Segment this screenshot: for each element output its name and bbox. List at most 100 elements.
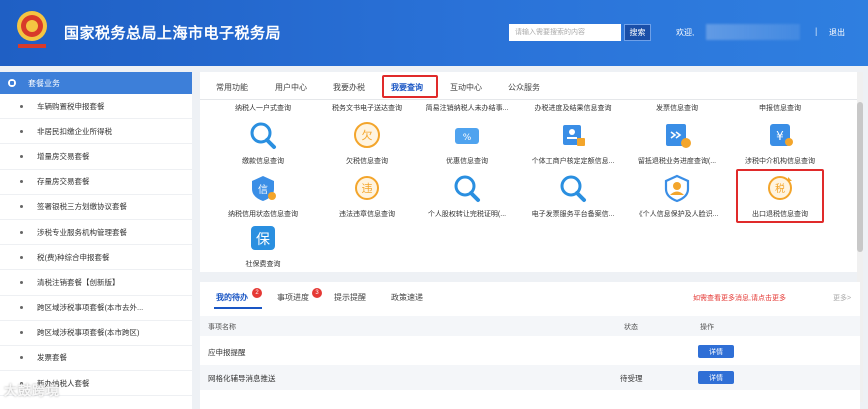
query-item-label[interactable]: 申报信息查询: [759, 103, 801, 113]
query-item-label[interactable]: 违法违章信息查询: [339, 209, 395, 219]
todo-panel: 我的待办 2 事项进度 3 提示提醒 政策速递 如需查看更多消息,请点击更多 更…: [200, 282, 860, 409]
sidebar-item[interactable]: 增量房交易套餐: [0, 144, 192, 170]
tab-public-service[interactable]: 公众服务: [508, 82, 540, 93]
sidebar-item-label: 税(费)种综合申报套餐: [37, 252, 110, 262]
logout-link[interactable]: 退出: [829, 27, 845, 38]
bullet-icon: [20, 280, 23, 284]
tab-highlight-box: [382, 75, 438, 98]
scroll-thumb[interactable]: [857, 102, 863, 252]
violation-icon[interactable]: 违: [351, 173, 383, 203]
sidebar-item-label: 涉税专业服务机构管理套餐: [37, 227, 127, 237]
sidebar-item[interactable]: 跨区域涉税事项套餐(本市跨区): [0, 321, 192, 346]
sidebar-header-label: 套餐业务: [28, 78, 60, 88]
row-name: 网格化辅导消息推送: [208, 374, 276, 383]
tax-refund-progress-icon[interactable]: [661, 120, 693, 150]
tab-my-todo[interactable]: 我的待办: [216, 292, 248, 303]
export-refund-highlight-box: [736, 169, 824, 223]
column-header-action: 操作: [700, 324, 714, 331]
bullet-icon: [20, 129, 23, 133]
tab-reminders[interactable]: 提示提醒: [334, 292, 366, 303]
query-item-label[interactable]: 欠税信息查询: [346, 156, 388, 166]
sidebar-item-label: 跨区域涉税事项套餐(本市去外...: [37, 303, 144, 313]
sidebar-item-label: 非居民扣缴企业所得税: [37, 126, 112, 136]
sidebar-item[interactable]: 涉税专业服务机构管理套餐: [0, 220, 192, 246]
search-icon[interactable]: [557, 173, 589, 203]
business-license-icon[interactable]: [557, 120, 589, 150]
query-item-label[interactable]: 个人股权转让完税证明(...: [428, 209, 506, 219]
agency-icon[interactable]: ¥: [764, 120, 796, 150]
tab-policy-news[interactable]: 政策速递: [391, 292, 423, 303]
username-blurred: [706, 24, 800, 40]
search-icon[interactable]: [451, 173, 483, 203]
detail-button[interactable]: 详情: [698, 371, 734, 384]
welcome-text: 欢迎,: [676, 28, 695, 37]
credit-icon[interactable]: 信: [247, 173, 279, 203]
sidebar-item-label: 签署银税三方划缴协议套餐: [37, 202, 127, 212]
owed-tax-icon[interactable]: 欠: [351, 120, 383, 150]
query-item-label[interactable]: 简易注销纳税人未办结事...: [426, 103, 509, 113]
bullet-icon: [20, 180, 23, 184]
svg-text:¥: ¥: [776, 129, 784, 143]
table-row: 应申报提醒 详情: [200, 339, 860, 364]
sidebar-item-label: 发票套餐: [37, 353, 67, 363]
more-link[interactable]: 更多>: [833, 293, 851, 303]
svg-text:保: 保: [256, 232, 270, 248]
face-id-icon[interactable]: [661, 173, 693, 203]
query-item-label[interactable]: 个体工商户核定定额信息...: [532, 156, 615, 166]
package-icon: [8, 79, 16, 87]
sidebar-item[interactable]: 跨区域涉税事项套餐(本市去外...: [0, 296, 192, 321]
bullet-icon: [20, 306, 23, 310]
query-item-label[interactable]: 纳税人一户式查询: [235, 103, 291, 113]
query-item-label[interactable]: 发票信息查询: [656, 103, 698, 113]
column-header-name: 事项名称: [208, 324, 236, 331]
more-message: 如需查看更多消息,请点击更多: [693, 295, 786, 302]
row-name: 应申报提醒: [208, 348, 246, 357]
tab-progress[interactable]: 事项进度: [277, 292, 309, 303]
search-icon[interactable]: [247, 120, 279, 150]
sidebar-item-label: 清税注销套餐【创新版】: [37, 277, 120, 287]
search-input[interactable]: [509, 24, 621, 41]
query-item-label[interactable]: 税务文书电子送达查询: [332, 103, 402, 113]
query-item-label[interactable]: 缴款信息查询: [242, 156, 284, 166]
sidebar-item-label: 车辆购置税申报套餐: [37, 101, 105, 111]
tab-user-center[interactable]: 用户中心: [275, 82, 307, 93]
search-button[interactable]: 搜索: [624, 24, 651, 41]
sidebar-item-label: 增量房交易套餐: [37, 151, 90, 161]
query-item-label[interactable]: 办税进度及结果信息查询: [535, 103, 612, 113]
sidebar-item[interactable]: 清税注销套餐【创新版】: [0, 270, 192, 296]
sidebar-item[interactable]: 存量房交易套餐: [0, 170, 192, 195]
detail-button[interactable]: 详情: [698, 345, 734, 358]
query-item-label[interactable]: 电子发票服务平台备案信...: [532, 209, 615, 219]
bullet-icon: [20, 154, 23, 158]
bullet-icon: [20, 205, 23, 209]
svg-text:信: 信: [258, 184, 268, 196]
tab-common[interactable]: 常用功能: [216, 82, 248, 93]
svg-text:欠: 欠: [362, 128, 373, 142]
tab-interaction[interactable]: 互动中心: [450, 82, 482, 93]
query-item-label[interactable]: 《个人信息保护及人脸识...: [636, 209, 719, 219]
sidebar-header[interactable]: 套餐业务: [0, 72, 192, 94]
social-security-icon[interactable]: 保: [247, 223, 279, 253]
bullet-icon: [20, 104, 23, 108]
top-header: 国家税务总局上海市电子税务局 搜索 欢迎, | 退出: [0, 0, 868, 66]
bullet-icon: [20, 255, 23, 259]
query-item-label[interactable]: 纳税信用状态信息查询: [228, 209, 298, 219]
discount-icon[interactable]: %: [451, 120, 483, 150]
table-header: 事项名称 状态 操作: [200, 316, 860, 336]
todo-count-badge: 2: [252, 288, 262, 298]
header-separator: |: [815, 26, 818, 36]
query-item-label[interactable]: 涉税中介机构信息查询: [745, 156, 815, 166]
table-row: 网格化辅导消息推送 待受理 详情: [200, 365, 860, 390]
active-tab-underline: [214, 307, 262, 309]
sidebar-item[interactable]: 税(费)种综合申报套餐: [0, 245, 192, 271]
sidebar-item[interactable]: 发票套餐: [0, 346, 192, 372]
query-item-label[interactable]: 优惠信息查询: [446, 156, 488, 166]
query-item-label[interactable]: 留抵退税业务进度查询(...: [638, 156, 716, 166]
progress-count-badge: 3: [312, 288, 322, 298]
sidebar-item[interactable]: 车辆购置税申报套餐: [0, 94, 192, 120]
column-header-status: 状态: [624, 324, 638, 331]
sidebar-item[interactable]: 非居民扣缴企业所得税: [0, 119, 192, 145]
query-item-label[interactable]: 社保费查询: [246, 259, 281, 269]
tab-tax-handling[interactable]: 我要办税: [333, 82, 365, 93]
sidebar-item[interactable]: 签署银税三方划缴协议套餐: [0, 195, 192, 220]
